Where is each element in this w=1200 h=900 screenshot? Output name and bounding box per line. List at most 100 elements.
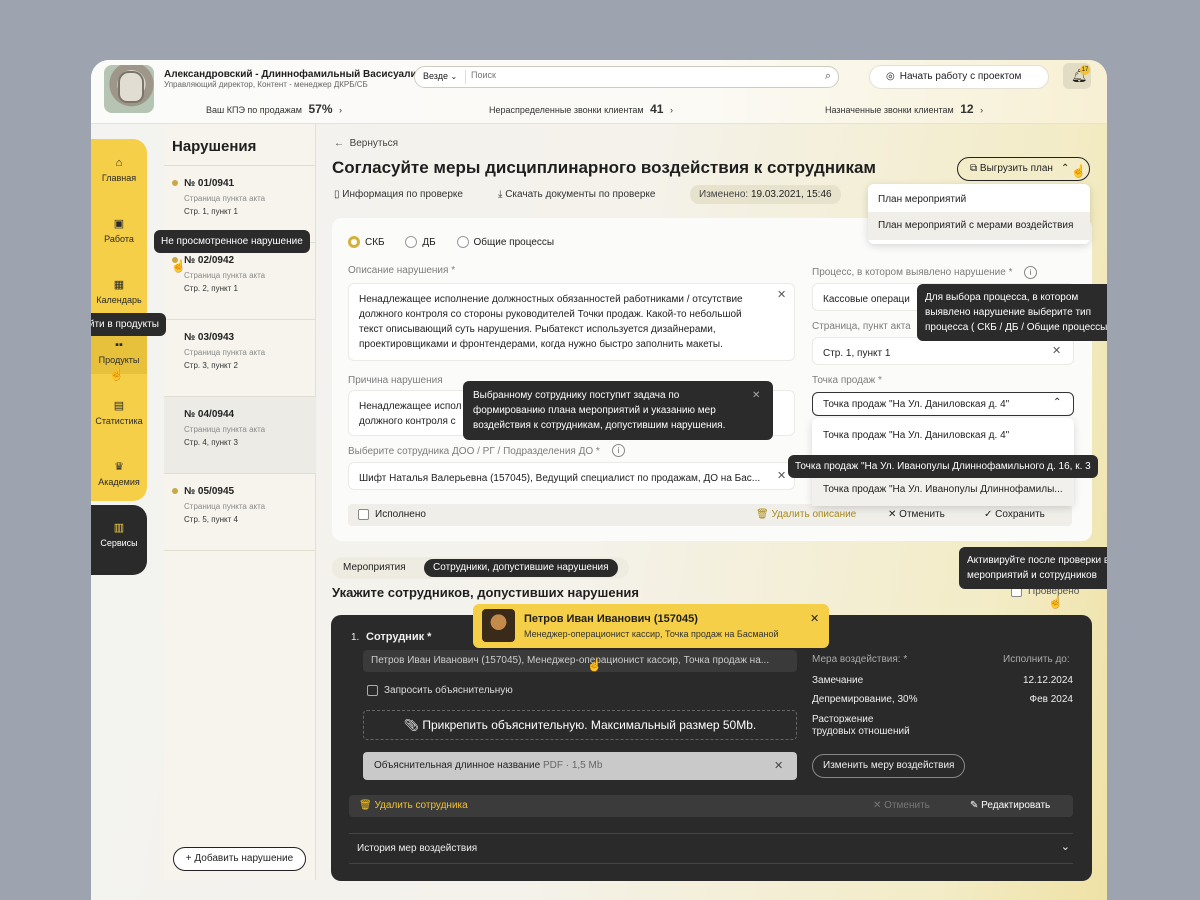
remove-file-icon[interactable]: ✕ bbox=[774, 759, 783, 772]
back-link[interactable]: ← Вернуться bbox=[334, 138, 398, 149]
changed-label: Изменено: bbox=[699, 189, 749, 200]
nav-work-label: Работа bbox=[104, 234, 134, 244]
list-item[interactable]: № 03/0943 Страница пункта акта Стр. 3, пун… bbox=[164, 320, 316, 397]
chevron-up-icon: ⌃ bbox=[1060, 163, 1070, 174]
cancel-button[interactable]: ✕ Отменить bbox=[873, 800, 930, 811]
trash-icon: 🗑︎ bbox=[756, 509, 772, 520]
chart-icon: ▤ bbox=[113, 400, 125, 412]
employee-field[interactable]: Шифт Наталья Валерьевна (157045), Ведущи… bbox=[348, 462, 795, 490]
nav-home[interactable]: ⌂ Главная bbox=[91, 139, 147, 199]
nav-calendar[interactable]: ▦ Календарь bbox=[91, 261, 147, 321]
start-project-button[interactable]: ◎ Начать работу с проектом bbox=[869, 65, 1049, 89]
item-sub: Страница пункта акта bbox=[184, 348, 266, 357]
desc-label: Описание нарушения * bbox=[348, 265, 456, 276]
nav-services[interactable]: ▥ Сервисы bbox=[91, 504, 147, 564]
tab-employees[interactable]: Сотрудники, допустившие нарушения bbox=[424, 559, 618, 577]
tooltip-process-help: Для выбора процесса, в котором выявлено … bbox=[917, 284, 1107, 341]
page-field[interactable]: Стр. 1, пункт 1 bbox=[812, 337, 1074, 365]
point-option[interactable]: Точка продаж "На Ул. Иванопулы Длиннофам… bbox=[812, 476, 1074, 506]
info-link[interactable]: ▯ Информация по проверке bbox=[334, 189, 463, 200]
download-link[interactable]: ⤓ Скачать документы по проверке bbox=[498, 189, 655, 200]
cursor-hand-icon: ☝ bbox=[109, 367, 124, 381]
measure-name: Расторжение трудовых отношений bbox=[812, 714, 910, 737]
close-icon[interactable]: ✕ bbox=[810, 612, 819, 625]
radio-db[interactable]: ДБ bbox=[405, 236, 436, 248]
popup-name: Петров Иван Иванович (157045) bbox=[524, 613, 698, 625]
info-icon[interactable]: i bbox=[1024, 266, 1037, 279]
search-input[interactable] bbox=[471, 70, 811, 80]
trash-icon: 🗑︎ bbox=[359, 800, 375, 811]
search-icon[interactable]: ⌕ bbox=[825, 70, 831, 83]
search-scope-select[interactable]: Везде ⌄ bbox=[423, 71, 457, 81]
changed-value: 19.03.2021, 15:46 bbox=[750, 189, 832, 200]
radio-dot bbox=[348, 236, 360, 248]
nav-calendar-label: Календарь bbox=[96, 295, 142, 305]
assigned-calls[interactable]: Назначенные звонки клиентам 12 › bbox=[825, 102, 983, 116]
checkbox-box bbox=[367, 685, 378, 696]
nav-statistics[interactable]: ▤ Статистика bbox=[91, 382, 147, 442]
employee-select[interactable]: Петров Иван Иванович (157045), Менеджер-… bbox=[363, 650, 797, 672]
check-icon: ✓ bbox=[984, 509, 996, 520]
close-icon: ✕ bbox=[888, 509, 900, 520]
clear-icon[interactable]: ✕ bbox=[777, 469, 786, 482]
list-item[interactable]: № 02/0942 Страница пункта акта Стр. 2, пун… bbox=[164, 243, 316, 320]
export-menu-item[interactable]: План мероприятий bbox=[878, 194, 966, 205]
unassigned-calls[interactable]: Нераспределенные звонки клиентам 41 › bbox=[489, 102, 673, 116]
kpi-indicator[interactable]: Ваш КПЭ по продажам 57% › bbox=[206, 102, 342, 116]
add-violation-button[interactable]: + Добавить нарушение bbox=[173, 847, 306, 871]
export-menu-item[interactable]: План мероприятий с мерами воздействия bbox=[868, 212, 1090, 240]
list-item[interactable]: № 05/0945 Страница пункта акта Стр. 5, пун… bbox=[164, 474, 316, 551]
radio-general[interactable]: Общие процессы bbox=[456, 236, 554, 248]
nav-academy[interactable]: ♛ Академия bbox=[91, 443, 147, 503]
trophy-icon: ♛ bbox=[114, 461, 124, 473]
unassigned-calls-value: 41 bbox=[650, 102, 664, 116]
change-measure-button[interactable]: Изменить меру воздействия bbox=[812, 754, 966, 778]
employee-label: Сотрудник * bbox=[366, 631, 432, 643]
delete-employee-button[interactable]: 🗑︎ Удалить сотрудника bbox=[359, 800, 468, 811]
cancel-label: Отменить bbox=[899, 509, 945, 520]
chevron-right-icon: › bbox=[980, 105, 984, 115]
chevron-right-icon: › bbox=[339, 105, 343, 115]
request-explanation-checkbox[interactable]: Запросить объяснительную bbox=[367, 685, 513, 696]
radio-skb[interactable]: СКБ bbox=[348, 236, 385, 248]
cancel-button[interactable]: ✕ Отменить bbox=[888, 509, 945, 520]
employee-popup[interactable]: Петров Иван Иванович (157045) Менеджер-о… bbox=[473, 604, 829, 648]
chevron-up-icon[interactable]: ⌃ bbox=[1053, 397, 1061, 408]
info-icon[interactable]: i bbox=[612, 444, 625, 457]
item-number: № 04/0944 bbox=[184, 409, 235, 420]
add-violation-label: Добавить нарушение bbox=[194, 853, 294, 864]
measure-name: Депремирование, 30% bbox=[812, 694, 918, 705]
assigned-calls-label: Назначенные звонки клиентам bbox=[825, 105, 954, 115]
search-scope-value: Везде bbox=[423, 71, 448, 81]
done-checkbox[interactable]: Исполнено bbox=[358, 509, 426, 520]
description-field[interactable]: Ненадлежащее исполнение должностных обяз… bbox=[348, 283, 795, 361]
history-accordion[interactable]: История мер воздействия bbox=[357, 843, 477, 854]
point-select[interactable]: Точка продаж "На Ул. Даниловская д. 4" bbox=[812, 392, 1074, 416]
nav-academy-label: Академия bbox=[98, 477, 140, 487]
clear-icon[interactable]: ✕ bbox=[1052, 344, 1061, 357]
nav-products-label: Продукты bbox=[98, 355, 140, 365]
kpi-value: 57% bbox=[308, 102, 333, 116]
attach-explanation-dropzone[interactable]: 📎︎ Прикрепить объяснительную. Максимальн… bbox=[363, 710, 797, 740]
list-item[interactable]: № 04/0944 Страница пункта акта Стр. 4, пун… bbox=[164, 397, 316, 474]
nav-work[interactable]: ▣ Работа bbox=[91, 200, 147, 260]
close-icon[interactable]: ✕ bbox=[752, 390, 760, 401]
nav-home-label: Главная bbox=[101, 173, 137, 183]
divider bbox=[349, 863, 1073, 864]
clear-icon[interactable]: ✕ bbox=[777, 288, 786, 301]
request-label: Запросить объяснительную bbox=[384, 685, 513, 697]
measure-date: Фев 2024 bbox=[1029, 694, 1073, 705]
reason-label: Причина нарушения bbox=[348, 375, 443, 386]
delete-description-button[interactable]: 🗑︎ Удалить описание bbox=[756, 509, 856, 520]
save-button[interactable]: ✓ Сохранить bbox=[984, 509, 1045, 520]
point-option[interactable]: Точка продаж "На Ул. Даниловская д. 4" bbox=[823, 430, 1009, 441]
tab-activities[interactable]: Мероприятия bbox=[343, 562, 406, 573]
notifications-button[interactable]: 🔔︎ 17 bbox=[1063, 63, 1091, 89]
edit-button[interactable]: ✎ Редактировать bbox=[970, 800, 1050, 811]
chevron-down-icon[interactable]: ⌄ bbox=[1061, 840, 1070, 853]
user-avatar[interactable] bbox=[104, 65, 154, 113]
cancel-label: Отменить bbox=[884, 800, 930, 811]
tooltip-employee-help: Выбранному сотруднику поступит задача по… bbox=[463, 381, 773, 440]
save-label: Сохранить bbox=[995, 509, 1045, 520]
form-actions-bar: Исполнено 🗑︎ Удалить описание ✕ Отменить… bbox=[348, 504, 1072, 526]
